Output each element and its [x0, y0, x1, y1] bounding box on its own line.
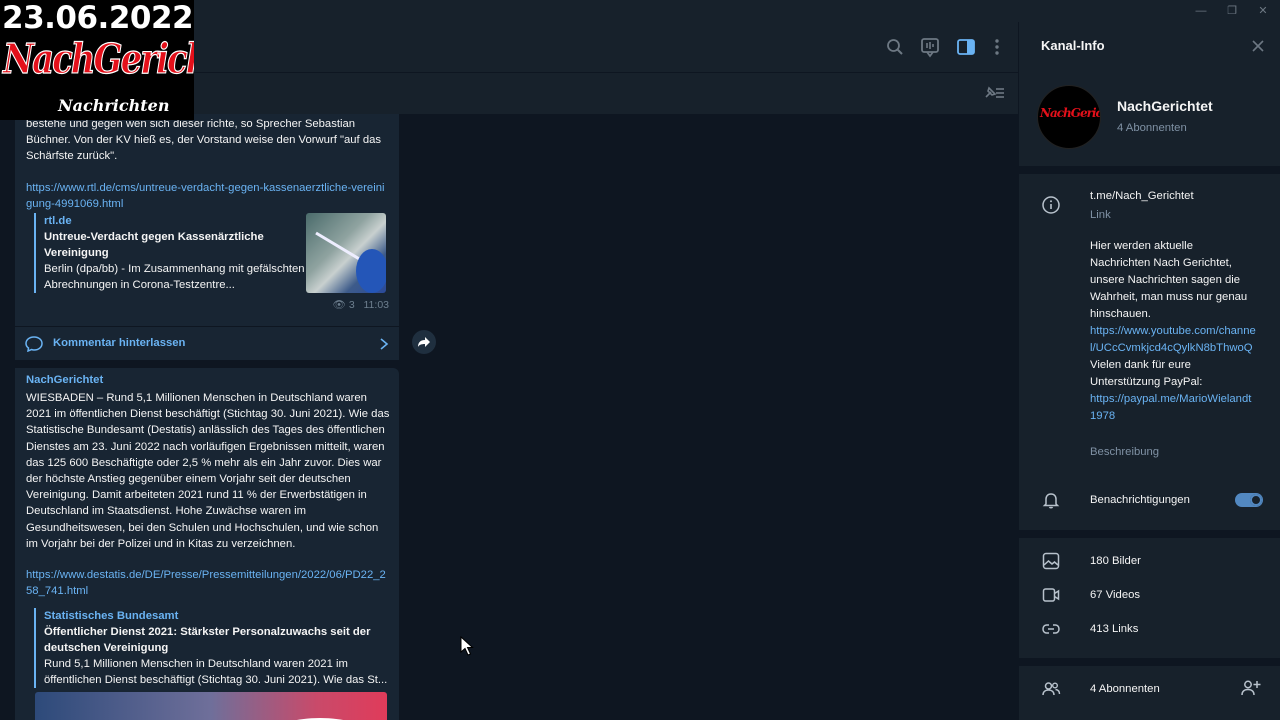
more-menu-icon[interactable]	[986, 36, 1008, 58]
overlay-date: 23.06.2022	[2, 0, 194, 36]
avatar[interactable]: NachGerichtet	[1037, 85, 1101, 149]
media-links[interactable]: 413 Links	[1090, 621, 1138, 638]
link-label: Link	[1090, 209, 1111, 221]
image-icon	[1042, 552, 1060, 570]
message-bubble[interactable]: NachGerichtet WIESBADEN – Rund 5,1 Milli…	[15, 368, 399, 720]
description-text: Hier werden aktuelle Nachrichten Nach Ge…	[1090, 240, 1248, 320]
info-icon	[1042, 196, 1060, 214]
discussion-icon[interactable]	[919, 36, 941, 58]
pinned-list-icon[interactable]	[982, 83, 1006, 103]
members-count[interactable]: 4 Abonnenten	[1090, 681, 1160, 698]
message-time: 11:03	[363, 299, 390, 311]
panel-title: Kanal-Info	[1041, 38, 1105, 53]
channel-subscribers: 4 Abonnenten	[1117, 122, 1187, 134]
youtube-link[interactable]: https://www.youtube.com/channel/UCcCvmkj…	[1090, 325, 1256, 354]
overlay-brand: NachGerichtet	[3, 35, 194, 84]
channel-link[interactable]: t.me/Nach_Gerichtet	[1090, 188, 1194, 205]
media-videos[interactable]: 67 Videos	[1090, 587, 1140, 604]
divider	[1019, 658, 1280, 666]
maximize-icon[interactable]: ❐	[1225, 4, 1239, 18]
forward-icon	[418, 337, 430, 347]
notifications-label: Benachrichtigungen	[1090, 494, 1190, 506]
preview-site: rtl.de	[44, 215, 72, 227]
comment-bar[interactable]: Kommentar hinterlassen	[15, 326, 399, 360]
comment-icon	[25, 336, 43, 352]
minimize-icon[interactable]: —	[1194, 4, 1208, 18]
bell-icon	[1042, 493, 1060, 509]
close-icon[interactable]	[1251, 39, 1265, 53]
close-window-icon[interactable]: ✕	[1256, 4, 1270, 18]
preview-title: Öffentlicher Dienst 2021: Stärkster Pers…	[44, 626, 371, 654]
notifications-toggle[interactable]	[1235, 493, 1263, 507]
preview-site: Statistisches Bundesamt	[44, 610, 179, 622]
avatar-logo: NachGerichtet	[1040, 106, 1101, 120]
message-bubble[interactable]: bestehe und gegen wen sich dieser richte…	[15, 114, 399, 358]
preview-title: Untreue-Verdacht gegen Kassenärztliche V…	[44, 231, 264, 259]
search-icon[interactable]	[884, 36, 906, 58]
message-list[interactable]: bestehe und gegen wen sich dieser richte…	[0, 114, 1018, 720]
add-member-icon[interactable]	[1239, 678, 1261, 698]
link-icon	[1042, 624, 1060, 634]
telegram-window: — ❐ ✕ 23.06.2022 NachGerichtet Nachricht…	[0, 0, 1280, 720]
description-label: Beschreibung	[1090, 446, 1160, 458]
preview-thumbnail[interactable]	[306, 213, 386, 293]
media-photos[interactable]: 180 Bilder	[1090, 553, 1141, 570]
message-link[interactable]: https://www.destatis.de/DE/Presse/Presse…	[26, 567, 390, 599]
link-preview[interactable]: Statistisches Bundesamt Öffentlicher Die…	[34, 608, 390, 688]
sidebar-toggle-icon[interactable]	[955, 36, 977, 58]
message-link[interactable]: https://www.rtl.de/cms/untreue-verdacht-…	[26, 180, 390, 212]
channel-name: NachGerichtet	[1117, 98, 1213, 114]
members-icon	[1042, 682, 1061, 696]
share-button[interactable]	[412, 330, 436, 354]
thanks-text: Vielen dank für eure Unterstützung PayPa…	[1090, 359, 1203, 388]
overlay-logo: 23.06.2022 NachGerichtet Nachrichten	[0, 0, 194, 120]
divider	[1019, 166, 1280, 174]
preview-image[interactable]	[35, 692, 387, 720]
link-preview[interactable]: rtl.de Untreue-Verdacht gegen Kassenärzt…	[34, 213, 306, 293]
channel-info-panel: Kanal-Info NachGerichtet NachGerichtet 4…	[1018, 22, 1280, 720]
overlay-subtitle: Nachrichten	[58, 96, 170, 115]
sender-name[interactable]: NachGerichtet	[26, 374, 103, 386]
channel-description: Hier werden aktuelle Nachrichten Nach Ge…	[1090, 238, 1256, 425]
mouse-cursor-icon	[460, 636, 474, 656]
divider	[1019, 530, 1280, 538]
message-text: bestehe und gegen wen sich dieser richte…	[26, 118, 382, 163]
video-icon	[1042, 588, 1060, 602]
view-count: 3	[348, 299, 355, 311]
comment-label: Kommentar hinterlassen	[53, 337, 186, 349]
message-meta: 👁 3 11:03	[333, 298, 389, 311]
preview-description: Rund 5,1 Millionen Menschen in Deutschla…	[44, 658, 388, 686]
message-text: WIESBADEN – Rund 5,1 Millionen Menschen …	[26, 392, 390, 550]
paypal-link[interactable]: https://paypal.me/MarioWielandt1978	[1090, 393, 1251, 422]
chevron-right-icon	[380, 338, 389, 350]
views-icon: 👁	[332, 299, 346, 311]
preview-description: Berlin (dpa/bb) - Im Zusammenhang mit ge…	[44, 263, 305, 291]
